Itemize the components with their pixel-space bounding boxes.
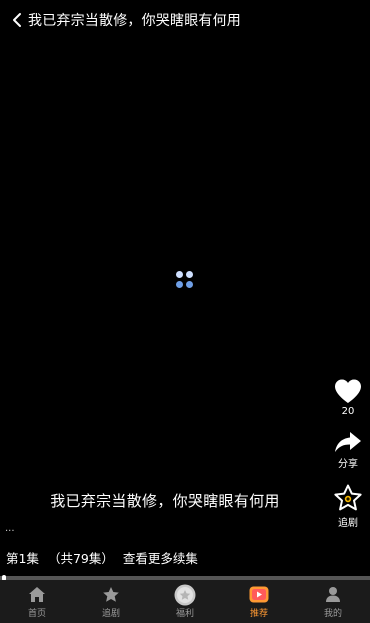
video-subtitle: 我已弃宗当散修，你哭瞎眼有何用 [50,492,280,510]
action-rail: 20 分享 追剧 [331,378,365,539]
loading-dot [176,281,183,288]
page-title: 我已弃宗当散修，你哭瞎眼有何用 [28,13,241,29]
back-button[interactable] [6,9,28,31]
back-arrow-icon [13,13,21,27]
star-icon [103,587,119,602]
current-episode[interactable]: 第1集 [6,548,39,567]
nav-benefits[interactable]: 福利 [155,584,215,619]
home-icon [29,587,45,602]
nav-recommend-label: 推荐 [249,608,268,619]
follow-label: 追剧 [338,518,358,529]
video-player-screen: 我已弃宗当散修，你哭瞎眼有何用 20 分享 追剧 我已弃宗当散修，你哭瞎眼有何用… [0,0,370,623]
share-label: 分享 [338,459,358,470]
nav-me[interactable]: 我的 [303,585,363,619]
loading-dot [186,281,193,288]
episode-total[interactable]: （共79集） [48,548,114,567]
star-plus-icon [334,484,362,511]
loading-dot [186,271,193,278]
heart-icon [335,379,361,403]
like-count: 20 [341,406,355,417]
nav-follow[interactable]: 追剧 [81,585,141,619]
more-episodes-link[interactable]: 查看更多续集 [123,548,198,567]
more-indicator[interactable]: ... [5,523,15,534]
nav-me-label: 我的 [323,608,342,619]
follow-drama-button[interactable]: 追剧 [333,484,363,529]
nav-home-label: 首页 [27,608,46,619]
bottom-nav: 首页 追剧 福利 推荐 我的 [0,580,370,623]
nav-follow-label: 追剧 [101,608,120,619]
loading-indicator [176,271,196,291]
nav-home[interactable]: 首页 [7,585,67,619]
loading-dot [176,271,183,278]
nav-benefits-label: 福利 [175,608,194,619]
nav-recommend[interactable]: 推荐 [229,585,289,619]
person-icon [326,587,340,602]
share-icon [335,432,361,452]
share-button[interactable]: 分享 [334,431,362,470]
like-button[interactable]: 20 [333,378,363,417]
episode-bar[interactable]: 第1集 （共79集） 查看更多续集 [6,548,198,567]
gift-icon [174,584,196,605]
play-icon [249,586,269,603]
top-bar: 我已弃宗当散修，你哭瞎眼有何用 [0,0,370,40]
